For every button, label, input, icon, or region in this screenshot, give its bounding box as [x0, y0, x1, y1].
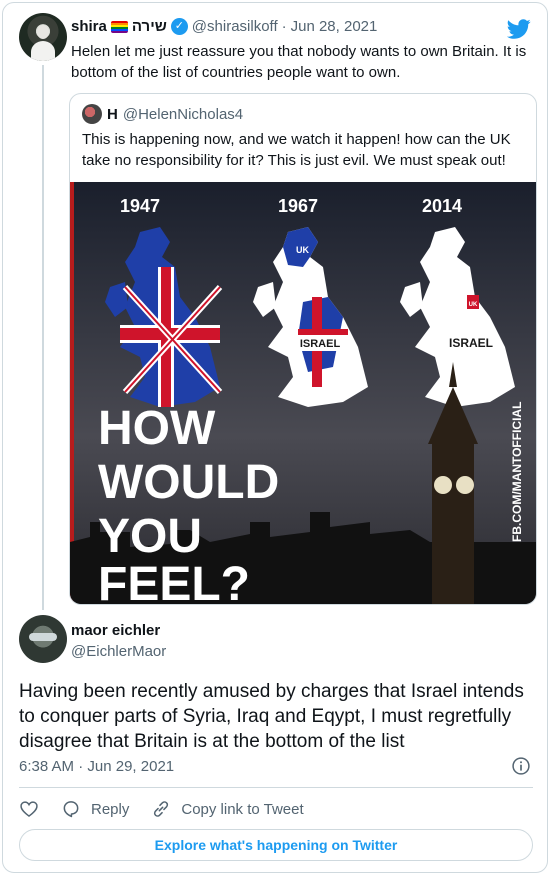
parent-tweet-text: Helen let me just reassure you that nobo…	[71, 43, 527, 81]
tweet-embed-card: shira שירה ✓ @shirasilkoff · Jun 28, 202…	[2, 2, 548, 873]
separator-dot: ·	[78, 758, 84, 775]
quoted-handle: @HelenNicholas4	[122, 105, 244, 123]
reply-timestamp[interactable]: 6:38 AM · Jun 29, 2021	[19, 758, 174, 775]
quoted-avatar	[82, 104, 102, 124]
copy-link-button[interactable]: Copy link to Tweet	[151, 799, 304, 819]
thread-line	[42, 65, 44, 610]
info-icon[interactable]	[511, 756, 531, 776]
copy-link-label: Copy link to Tweet	[181, 800, 304, 818]
headline-line-1: HOW	[98, 402, 216, 455]
link-icon	[154, 801, 169, 817]
parent-header: shira שירה ✓ @shirasilkoff · Jun 28, 202…	[71, 18, 377, 35]
map-label-uk-2014: UK	[469, 302, 478, 308]
rainbow-flag-icon	[110, 20, 128, 33]
reply-handle[interactable]: @EichlerMaor	[71, 643, 166, 660]
parent-author-name[interactable]: shira	[71, 18, 107, 35]
parent-handle[interactable]: @shirasilkoff	[192, 18, 278, 35]
headline-line-3: YOU	[98, 510, 202, 563]
year-label-1947: 1947	[120, 196, 160, 216]
reply-date: Jun 29, 2021	[87, 758, 175, 775]
reply-label: Reply	[91, 800, 130, 818]
year-label-1967: 1967	[278, 196, 318, 216]
twitter-logo-icon[interactable]	[507, 17, 531, 41]
quoted-tweet-text: This is happening now, and we watch it h…	[82, 131, 511, 169]
heart-icon	[20, 801, 38, 818]
map-label-israel-1967: ISRAEL	[300, 338, 341, 350]
parent-date[interactable]: Jun 28, 2021	[291, 18, 378, 35]
reply-icon	[63, 801, 79, 818]
parent-avatar[interactable]	[19, 13, 67, 61]
headline-line-2: WOULD	[98, 456, 279, 509]
reply-button[interactable]: Reply	[61, 799, 129, 819]
like-button[interactable]	[19, 799, 39, 819]
action-bar: Reply Copy link to Tweet	[19, 797, 326, 821]
reply-tweet-text: Having been recently amused by charges t…	[19, 681, 524, 752]
reply-time: 6:38 AM	[19, 758, 75, 775]
headline-line-4: FEEL?	[98, 558, 250, 605]
reply-author-name[interactable]: maor eichler	[71, 622, 160, 639]
quoted-author-name: H	[107, 105, 118, 123]
image-side-credit: FB.COM/MANTOFFICIAL	[510, 402, 524, 542]
map-label-uk-1967: UK	[296, 245, 309, 255]
reply-avatar[interactable]	[19, 615, 67, 663]
explore-twitter-button[interactable]: Explore what's happening on Twitter	[19, 829, 533, 861]
verified-badge-icon: ✓	[170, 18, 188, 35]
quoted-media-image[interactable]: 1947 1967 2014 UK ISRAEL UK ISRAEL HOW W…	[70, 182, 537, 605]
map-label-israel-2014: ISRAEL	[449, 336, 493, 350]
quoted-header: H @HelenNicholas4	[82, 104, 243, 124]
divider	[19, 787, 533, 788]
year-label-2014: 2014	[422, 196, 462, 216]
separator-dot: ·	[281, 18, 287, 35]
parent-author-name-suffix: שירה	[131, 18, 167, 35]
quoted-tweet[interactable]: H @HelenNicholas4 This is happening now,…	[69, 93, 537, 605]
